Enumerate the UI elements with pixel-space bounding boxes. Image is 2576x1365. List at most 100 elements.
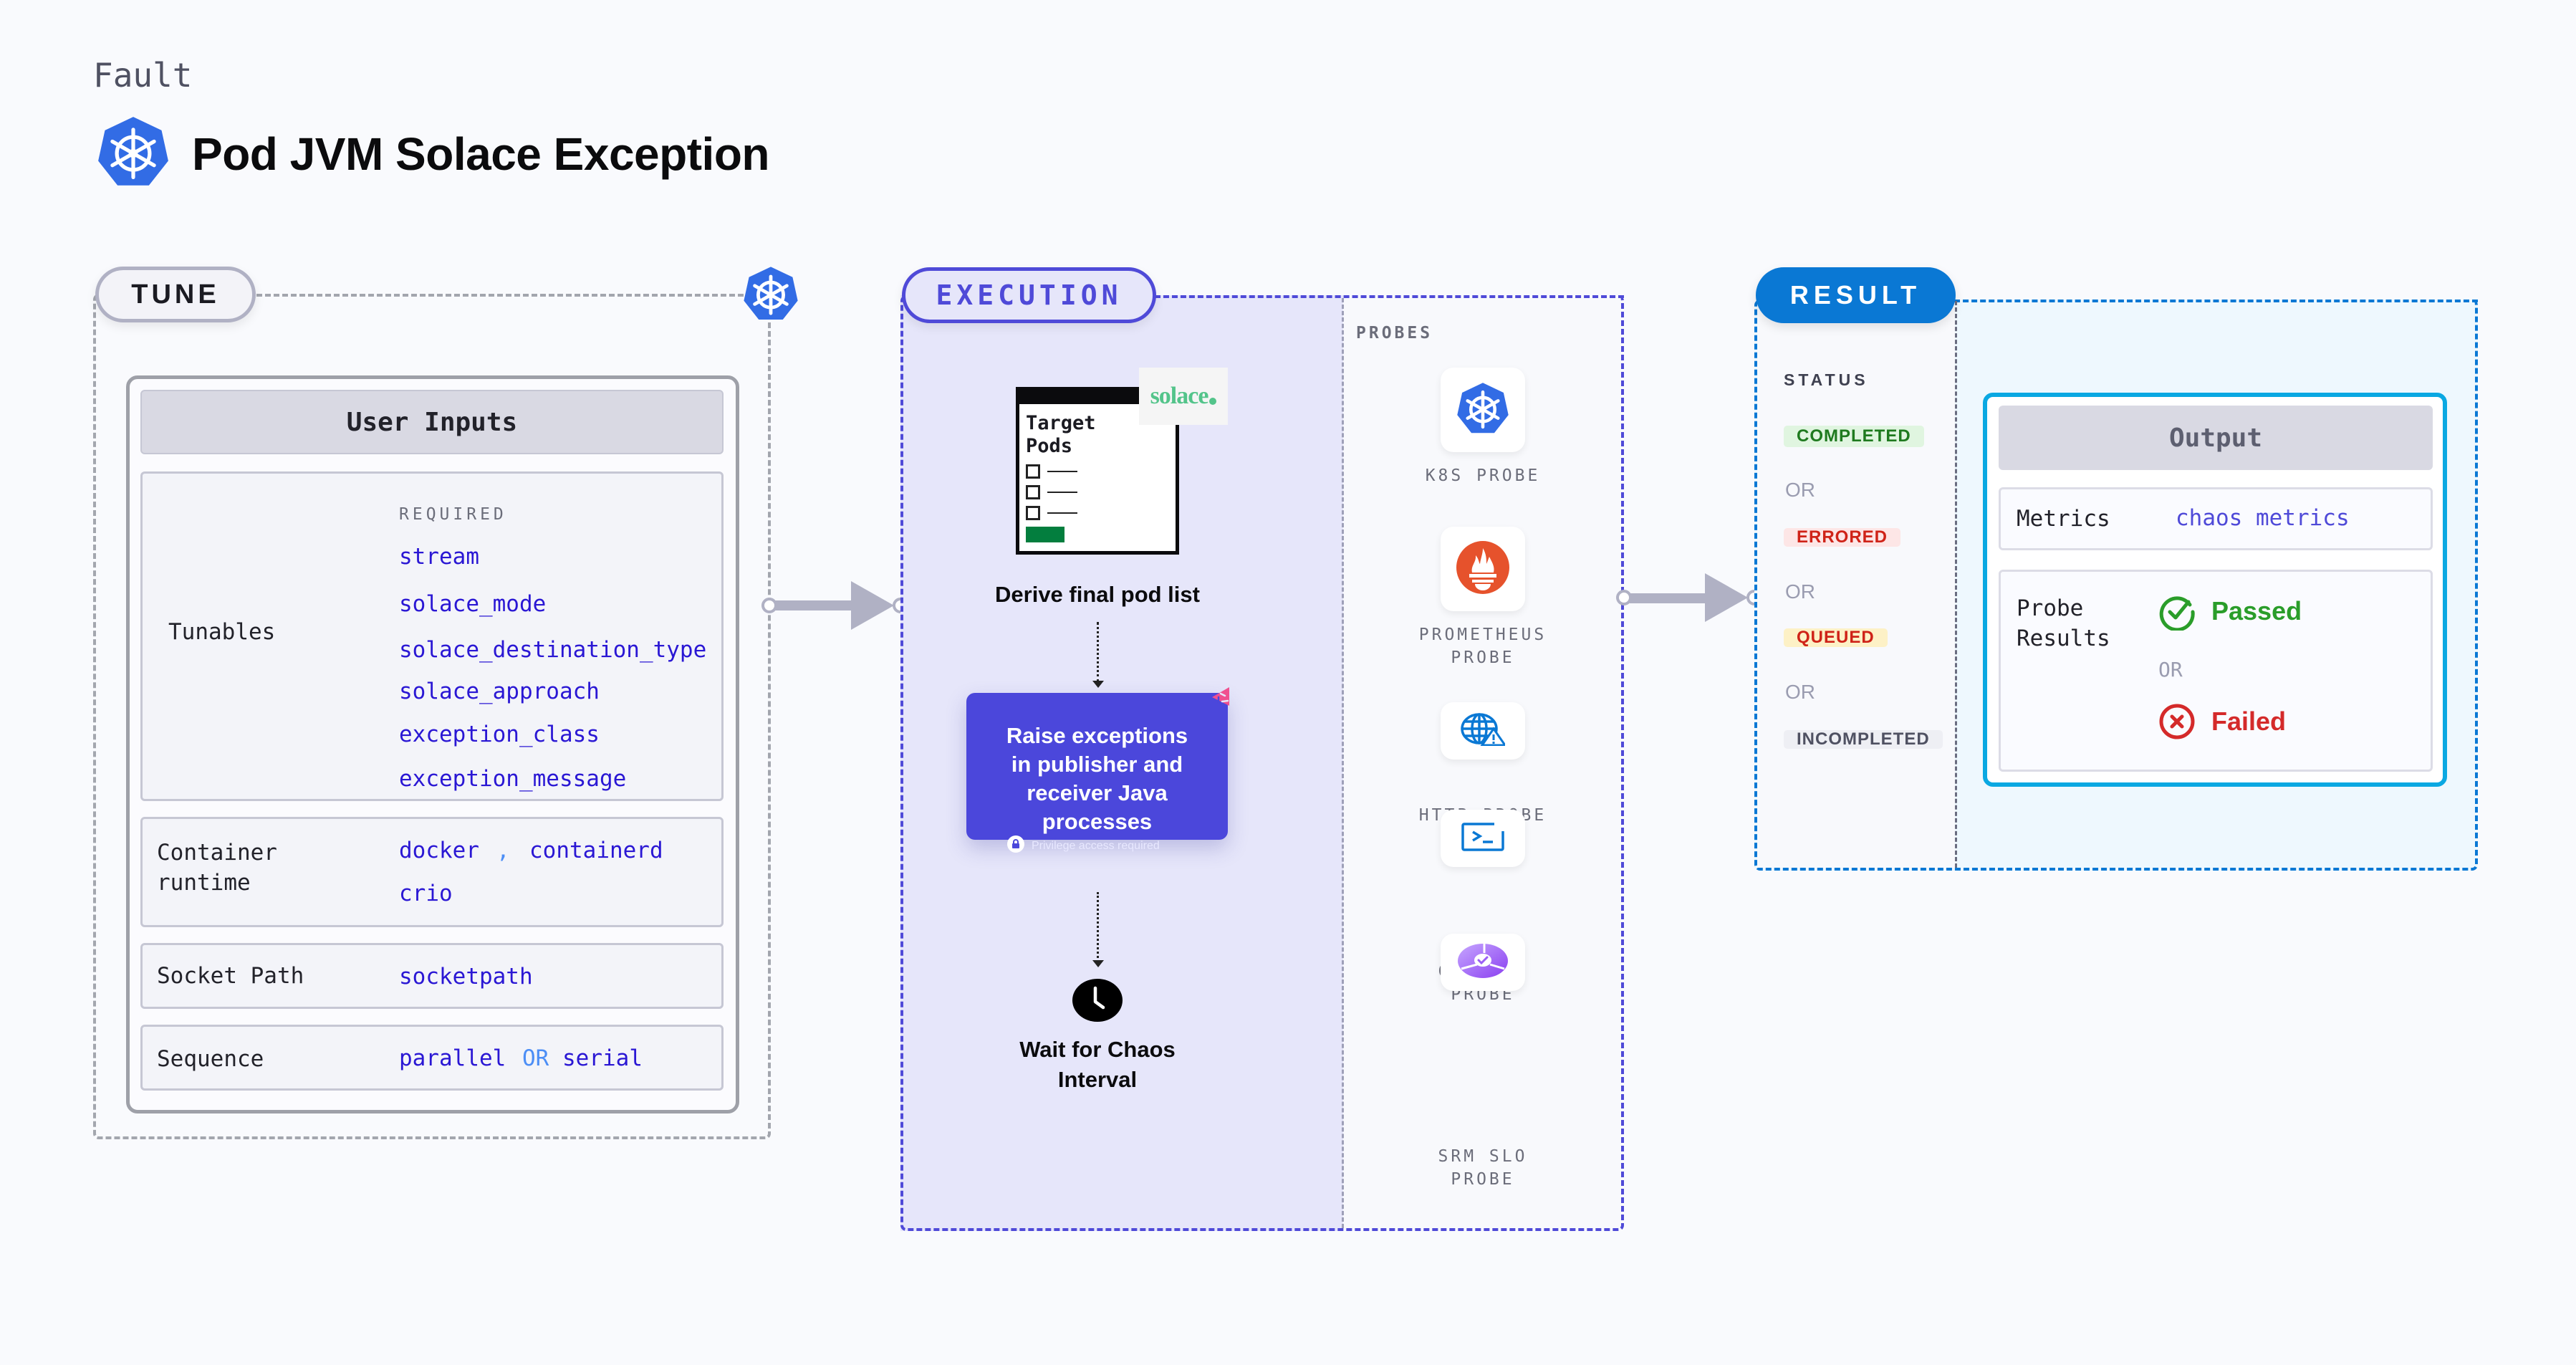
- tunable-item: solace_mode: [399, 591, 547, 617]
- text-line: receiver Java: [1027, 780, 1168, 805]
- privilege-note-text: Privilege access required: [1032, 839, 1160, 852]
- status-badge-completed: COMPLETED: [1784, 426, 1924, 447]
- execution-border-top: [1155, 295, 1624, 298]
- text-line: Interval: [1057, 1067, 1138, 1092]
- clock-icon: [1072, 978, 1123, 1026]
- label-line: Results: [2017, 626, 2110, 651]
- x-circle-icon: [2158, 703, 2196, 744]
- srm-slo-probe-tile[interactable]: [1441, 934, 1525, 991]
- solace-logo-text: solace: [1150, 383, 1209, 409]
- text-line: SRM SLO: [1438, 1147, 1528, 1166]
- flow-arrow-icon: [1092, 960, 1104, 967]
- action-card-text: Raise exceptions in publisher and receiv…: [966, 722, 1228, 836]
- metrics-label: Metrics: [2017, 506, 2110, 532]
- socket-path-row: Socket Path socketpath: [140, 943, 724, 1009]
- status-badge-incompleted: INCOMPLETED: [1784, 729, 1943, 749]
- status-badge-errored: ERRORED: [1784, 527, 1901, 547]
- label-line: runtime: [157, 870, 251, 896]
- kubernetes-icon: [742, 265, 799, 326]
- prometheus-probe-label: PROMETHEUS PROBE: [1397, 623, 1569, 669]
- terminal-icon: [1461, 822, 1504, 855]
- k8s-probe-label: K8S PROBE: [1397, 464, 1569, 487]
- tunable-item: exception_message: [399, 766, 627, 792]
- checkbox-icon: [1026, 506, 1040, 520]
- arrow-line: [775, 600, 855, 610]
- kubernetes-icon: [1455, 381, 1511, 439]
- arrow-line: [1630, 593, 1708, 603]
- solace-logo: solace: [1139, 368, 1228, 425]
- sequence-row: Sequence parallel OR serial: [140, 1025, 724, 1091]
- probes-title: PROBES: [1356, 324, 1433, 343]
- socket-path-label: Socket Path: [157, 963, 304, 989]
- k8s-probe-tile[interactable]: [1441, 368, 1525, 452]
- text-line: Raise exceptions: [1006, 723, 1188, 748]
- prometheus-icon: [1456, 540, 1509, 598]
- title-line: Pods: [1026, 435, 1073, 457]
- slo-icon: [1457, 942, 1509, 982]
- checkbox-icon: [1026, 485, 1040, 499]
- prometheus-probe-tile[interactable]: [1441, 527, 1525, 611]
- check-circle-icon: [2158, 593, 2196, 634]
- required-label: REQUIRED: [399, 505, 507, 524]
- container-runtime-row: Container runtime docker , containerd cr…: [140, 817, 724, 927]
- runtime-separator: ,: [496, 838, 510, 863]
- probe-results-row: Probe Results Passed OR Failed: [1999, 570, 2433, 772]
- kubernetes-icon: [96, 115, 170, 193]
- container-runtime-label: Container runtime: [157, 838, 277, 898]
- probe-results-label: Probe Results: [2017, 593, 2110, 653]
- title-line: Target: [1026, 412, 1096, 434]
- line: [1047, 471, 1077, 472]
- sequence-or: OR: [522, 1045, 549, 1071]
- tunable-item: exception_class: [399, 722, 600, 747]
- http-probe-tile[interactable]: [1441, 702, 1525, 760]
- socket-path-value: socketpath: [399, 964, 533, 990]
- or-label: OR: [2158, 658, 2183, 681]
- text-line: processes: [1042, 809, 1153, 834]
- text-line: PROBE: [1451, 1170, 1515, 1189]
- passed-label: Passed: [2211, 596, 2302, 626]
- step-derive-pod-list: Derive final pod list: [995, 582, 1200, 607]
- privilege-note: Privilege access required: [1007, 835, 1160, 856]
- page-kicker: Fault: [93, 56, 193, 95]
- label-line: Container: [157, 840, 277, 866]
- tunable-item: solace_destination_type: [399, 637, 707, 663]
- tunables-label: Tunables: [168, 619, 276, 645]
- command-probe-tile[interactable]: [1441, 810, 1525, 867]
- page-header: Pod JVM Solace Exception: [96, 115, 770, 193]
- srm-slo-probe-label: SRM SLO PROBE: [1397, 1145, 1569, 1191]
- line: [1047, 512, 1077, 514]
- metrics-row: Metrics chaos metrics: [1999, 487, 2433, 550]
- arrow-head: [1705, 573, 1748, 622]
- tunable-item: stream: [399, 544, 479, 570]
- step-wait-chaos-interval: Wait for Chaos Interval: [960, 1035, 1235, 1095]
- flow-arrow-icon: [1092, 681, 1104, 688]
- page-title: Pod JVM Solace Exception: [192, 128, 770, 180]
- target-pods-button: [1026, 527, 1064, 542]
- runtime-crio: crio: [399, 881, 453, 906]
- result-border-top: [1954, 300, 2478, 302]
- or-label: OR: [1785, 681, 1815, 703]
- line: [1047, 492, 1077, 493]
- sequence-serial: serial: [562, 1045, 643, 1071]
- text-line: PROMETHEUS: [1418, 626, 1547, 644]
- checkbox-icon: [1026, 464, 1040, 479]
- status-badge-queued: QUEUED: [1784, 628, 1888, 647]
- tune-border-top: [256, 294, 744, 297]
- result-divider: [1955, 301, 1957, 868]
- probes-divider: [1342, 298, 1344, 1228]
- globe-warning-icon: [1461, 712, 1507, 749]
- status-title: STATUS: [1784, 370, 1869, 389]
- output-title: Output: [1999, 406, 2433, 470]
- text-line: PROBE: [1451, 648, 1515, 667]
- or-label: OR: [1785, 580, 1815, 603]
- result-pill: RESULT: [1756, 267, 1956, 323]
- solace-dot-icon: [1209, 398, 1217, 405]
- lock-icon: [1007, 835, 1024, 856]
- flow-connector: [1097, 892, 1099, 962]
- or-label: OR: [1785, 479, 1815, 501]
- failed-label: Failed: [2211, 707, 2287, 736]
- chaos-hub-badge-icon: [1208, 684, 1234, 712]
- runtime-docker: docker: [399, 838, 479, 863]
- tunable-item: solace_approach: [399, 679, 600, 704]
- flow-connector: [1097, 622, 1099, 682]
